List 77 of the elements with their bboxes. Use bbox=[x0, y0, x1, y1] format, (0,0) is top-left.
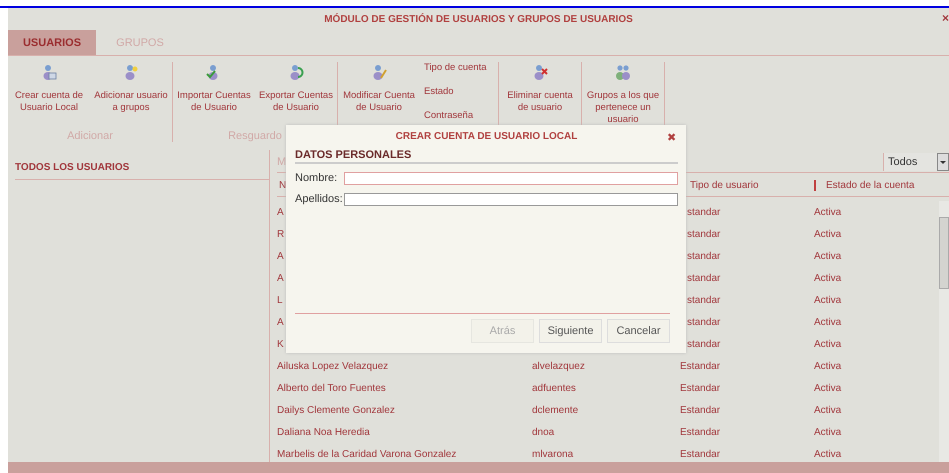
table-cell: Activa bbox=[814, 448, 842, 460]
table-cell: Activa bbox=[814, 360, 842, 372]
menu-item[interactable]: Estado bbox=[424, 86, 498, 97]
field-label: Apellidos: bbox=[295, 193, 344, 205]
table-cell: Activa bbox=[814, 404, 842, 416]
toolbar-button[interactable]: Grupos a los que pertenece un usuario bbox=[582, 62, 664, 126]
table-cell: Estandar bbox=[680, 426, 720, 438]
table-cell: standar bbox=[687, 294, 720, 306]
tab[interactable]: USUARIOS bbox=[8, 30, 96, 55]
sidebar-title: TODOS LOS USUARIOS bbox=[15, 156, 269, 180]
table-cell: A bbox=[277, 250, 284, 262]
table-cell: Activa bbox=[814, 382, 842, 394]
window-title: MÓDULO DE GESTIÓN DE USUARIOS Y GRUPOS DE USUARIOS bbox=[324, 14, 633, 24]
column-header[interactable]: Estado de la cuenta bbox=[816, 180, 949, 190]
table-cell: Activa bbox=[814, 228, 842, 240]
table-cell: R bbox=[277, 228, 284, 240]
dialog-title: CREAR CUENTA DE USUARIO LOCAL bbox=[396, 131, 578, 144]
user-x-icon bbox=[532, 64, 548, 80]
input-field[interactable] bbox=[344, 192, 678, 206]
toolbar-button[interactable]: Exportar Cuentas de Usuario bbox=[255, 62, 337, 116]
input-field[interactable] bbox=[344, 172, 678, 184]
users-icon bbox=[615, 64, 631, 80]
user-star-icon bbox=[123, 64, 139, 80]
close-button[interactable]: ✖ bbox=[667, 131, 676, 144]
table-cell: Estandar bbox=[680, 404, 720, 416]
dialog-button[interactable]: Siguiente bbox=[539, 319, 602, 343]
user-pencil-icon bbox=[371, 64, 387, 80]
table-cell: mlvarona bbox=[532, 448, 574, 460]
table-cell: Dailys Clemente Gonzalez bbox=[277, 404, 395, 416]
table-cell: dclemente bbox=[532, 404, 578, 416]
column-header[interactable]: N bbox=[277, 180, 286, 190]
table-cell: A bbox=[277, 206, 284, 218]
table-cell: adfuentes bbox=[532, 382, 576, 394]
table-cell: standar bbox=[687, 316, 720, 328]
table-cell: standar bbox=[687, 228, 720, 240]
filter-dropdown[interactable]: Todos bbox=[883, 153, 949, 171]
table-cell: Estandar bbox=[680, 382, 720, 394]
user-sync-icon bbox=[288, 64, 304, 80]
user-card-icon bbox=[41, 64, 57, 80]
filter-label: M bbox=[277, 156, 286, 168]
table-cell: standar bbox=[687, 250, 720, 262]
field-label: Nombre: bbox=[295, 172, 338, 184]
close-button[interactable]: × bbox=[942, 11, 949, 25]
menu-item[interactable]: Contraseña bbox=[424, 110, 498, 121]
table-cell: Activa bbox=[814, 294, 842, 306]
table-cell: Marbelis de la Caridad Varona Gonzalez bbox=[277, 448, 456, 460]
table-cell: standar bbox=[687, 272, 720, 284]
table-cell: dnoa bbox=[532, 426, 554, 438]
dialog-button[interactable]: Cancelar bbox=[607, 319, 670, 343]
toolbar-button[interactable]: Modificar Cuenta de Usuario bbox=[338, 62, 420, 126]
group-label: Adicionar bbox=[67, 130, 113, 142]
table-cell: Ailuska Lopez Velazquez bbox=[277, 360, 388, 372]
table-cell: Activa bbox=[814, 272, 842, 284]
table-cell: Activa bbox=[814, 250, 842, 262]
table-cell: standar bbox=[687, 338, 720, 350]
table-cell: Activa bbox=[814, 338, 842, 350]
table-cell: Activa bbox=[814, 316, 842, 328]
scrollbar[interactable] bbox=[939, 201, 949, 462]
table-cell: Alberto del Toro Fuentes bbox=[277, 382, 386, 394]
table-cell: L bbox=[277, 294, 283, 306]
toolbar-button[interactable]: Eliminar cuenta de usuario bbox=[499, 62, 581, 126]
table-cell: Estandar bbox=[680, 448, 720, 460]
table-cell: A bbox=[277, 316, 284, 328]
group-label: Resguardo bbox=[228, 130, 282, 142]
section-title: DATOS PERSONALES bbox=[295, 147, 678, 164]
toolbar-button[interactable]: Importar Cuentas de Usuario bbox=[173, 62, 255, 116]
toolbar-button[interactable]: Crear cuenta de Usuario Local bbox=[8, 62, 90, 116]
table-cell: Estandar bbox=[680, 360, 720, 372]
toolbar-button[interactable]: Adicionar usuario a grupos bbox=[90, 62, 172, 116]
table-cell: A bbox=[277, 272, 284, 284]
table-cell: K bbox=[277, 338, 284, 350]
table-cell: Activa bbox=[814, 206, 842, 218]
table-cell: alvelazquez bbox=[532, 360, 585, 372]
table-cell: Activa bbox=[814, 426, 842, 438]
table-cell: Daliana Noa Heredia bbox=[277, 426, 370, 438]
table-cell: standar bbox=[687, 206, 720, 218]
menu-item[interactable]: Tipo de cuenta bbox=[424, 62, 498, 73]
